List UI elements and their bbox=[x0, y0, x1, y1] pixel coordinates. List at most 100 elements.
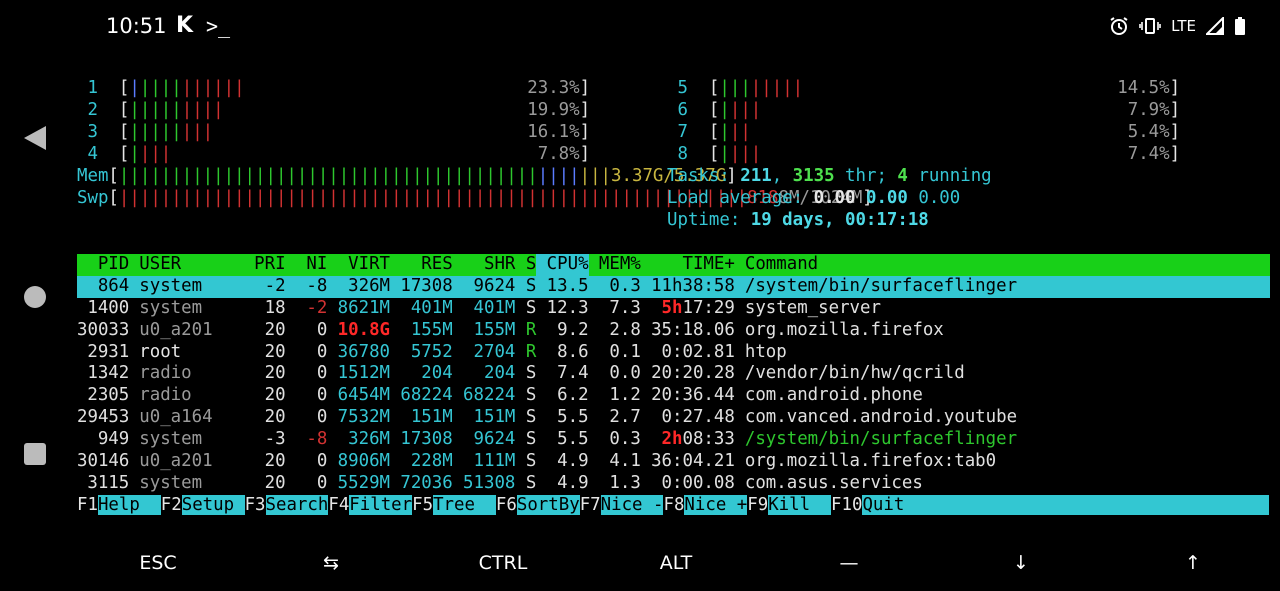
cell-pri: 20 bbox=[264, 319, 286, 340]
cell-cmd: org.mozilla.firefox:tab0 bbox=[744, 451, 997, 472]
recents-icon[interactable] bbox=[22, 441, 48, 467]
cell-s: S bbox=[525, 451, 537, 472]
fkey-f8[interactable]: F8Nice + bbox=[663, 495, 748, 517]
column-header-pid[interactable]: PID bbox=[77, 254, 129, 276]
cell-res: 401M bbox=[410, 297, 453, 318]
table-row[interactable]: 864 system -2 -8 326M 17308 9624 S 13.5 0.3 11h38:… bbox=[77, 275, 1270, 298]
column-header-virt[interactable]: VIRT bbox=[327, 254, 390, 276]
fkey-f1[interactable]: F1Help bbox=[77, 495, 161, 517]
cell-shr: 204 bbox=[483, 363, 516, 384]
cell-cmd: com.android.phone bbox=[744, 385, 923, 406]
fkey-f4[interactable]: F4Filter bbox=[328, 495, 413, 517]
cell-shr: 68224 bbox=[463, 385, 516, 406]
column-header-ni[interactable]: NI bbox=[286, 254, 327, 276]
cpu-meter-5: 5 [|||||||| 14.5%] bbox=[667, 78, 1181, 98]
column-header-user[interactable]: USER bbox=[129, 254, 244, 276]
cell-ni: 0 bbox=[316, 319, 328, 340]
dash-key[interactable]: — bbox=[840, 552, 859, 574]
cell-user: root bbox=[139, 341, 182, 362]
esc-key[interactable]: ESC bbox=[139, 552, 176, 574]
fkey-f3[interactable]: F3Search bbox=[245, 495, 329, 517]
table-header[interactable]: PID USER PRI NI VIRT RES SHR S CPU% MEM% TIME+ Comm… bbox=[77, 254, 1270, 276]
cell-virt: 36780 bbox=[337, 341, 391, 362]
cell-cpu: 9.2 bbox=[557, 319, 589, 340]
cell-res: 17308 bbox=[400, 275, 453, 296]
cell-ni: -8 bbox=[306, 275, 328, 296]
alt-key[interactable]: ALT bbox=[660, 552, 693, 574]
cpu-bar-segment: ||||| bbox=[129, 122, 182, 142]
down-arrow-key[interactable]: ↓ bbox=[1013, 552, 1029, 574]
cell-mem: 2.8 bbox=[609, 319, 641, 340]
cpu-bar-segment: |||||| bbox=[181, 78, 245, 98]
up-arrow-key[interactable]: ↑ bbox=[1185, 552, 1201, 574]
table-row[interactable]: 30033 u0_a201 20 0 10.8G 155M 155M R 9.2 2.8 35:18… bbox=[77, 320, 1270, 342]
cell-pid: 864 bbox=[97, 275, 130, 296]
column-header-pri[interactable]: PRI bbox=[244, 254, 285, 276]
fkey-label: Nice + bbox=[684, 495, 748, 515]
table-row[interactable]: 1342 radio 20 0 1512M 204 204 S 7.4 0.0 20:20.28/v… bbox=[77, 363, 1270, 385]
column-header-res[interactable]: RES bbox=[390, 254, 452, 276]
column-header-mem[interactable]: MEM% bbox=[589, 254, 641, 276]
table-row[interactable]: 30146 u0_a201 20 0 8906M 228M 111M S 4.9 4.1 36:04… bbox=[77, 451, 1270, 473]
cell-s: S bbox=[525, 472, 537, 493]
status-icons: LTE bbox=[1109, 16, 1246, 36]
table-row[interactable]: 949 system -3 -8 326M 17308 9624 S 5.5 0.3 2h08:33… bbox=[77, 429, 1270, 451]
cell-user: u0_a201 bbox=[139, 319, 213, 340]
cpu-percent: 7.8% bbox=[537, 144, 580, 164]
fkey-f2[interactable]: F2Setup bbox=[161, 495, 245, 517]
cell-res: 204 bbox=[421, 363, 453, 384]
cell-ni: 0 bbox=[316, 451, 328, 472]
cell-mem: 0.0 bbox=[609, 363, 641, 384]
cell-pri: 20 bbox=[264, 472, 286, 493]
column-header-time[interactable]: TIME+ bbox=[641, 254, 734, 276]
cell-user: radio bbox=[139, 385, 192, 406]
cell-mem: 1.3 bbox=[609, 472, 641, 493]
cell-cpu: 4.9 bbox=[557, 472, 589, 493]
cell-user: system bbox=[139, 472, 203, 493]
table-row[interactable]: 29453 u0_a164 20 0 7532M 151M 151M S 5.5 2.7 0:27.… bbox=[77, 407, 1270, 429]
table-row[interactable]: 3115 system 20 0 5529M 72036 51308 S 4.9 1.3 0:00.… bbox=[77, 473, 1270, 495]
cell-time: 20:20.28 bbox=[651, 363, 735, 384]
cpu-meter-8: 8 [|||| 7.4%] bbox=[667, 144, 1181, 164]
cell-mem: 0.1 bbox=[609, 341, 641, 362]
cell-pri: 20 bbox=[264, 407, 286, 428]
cell-ni: -2 bbox=[306, 297, 328, 318]
back-icon[interactable] bbox=[22, 124, 48, 152]
cell-pid: 2931 bbox=[87, 341, 130, 362]
time-hours: 2h bbox=[661, 429, 683, 450]
cell-mem: 7.3 bbox=[609, 297, 641, 318]
table-row[interactable]: 2931 root 20 0 36780 5752 2704 R 8.6 0.1 0:02.81 ht… bbox=[77, 342, 1270, 364]
table-row[interactable]: 1400 system 18 -2 8621M 401M 401M S 12.3 7.3 5h17:… bbox=[77, 298, 1270, 320]
cell-pid: 2305 bbox=[87, 385, 130, 406]
cpu-bar-segment: ||| bbox=[729, 100, 762, 120]
cell-res: 228M bbox=[410, 451, 453, 472]
cpu-id: 1 bbox=[77, 78, 119, 98]
tab-key[interactable]: ⇆ bbox=[323, 552, 339, 574]
fkey-f10[interactable]: F10Quit bbox=[831, 495, 1270, 517]
cell-s: S bbox=[525, 429, 537, 450]
fkey-label: Tree bbox=[433, 495, 496, 515]
table-row[interactable]: 2305 radio 20 0 6454M 68224 68224 S 6.2 1.2 20:36.… bbox=[77, 385, 1270, 407]
htop-meters: 1 [||||||||||| 23.3%] 2 [||||||||| 19.9%… bbox=[77, 78, 1270, 230]
column-header-s[interactable]: S bbox=[515, 254, 536, 276]
fkey-label: Filter bbox=[349, 495, 413, 515]
fkey-f6[interactable]: F6SortBy bbox=[496, 495, 580, 517]
cell-res: 17308 bbox=[400, 429, 453, 450]
column-header-cpu[interactable]: CPU% bbox=[536, 254, 589, 276]
cell-time: 36:04.21 bbox=[651, 451, 735, 472]
time-hours: 5h bbox=[661, 297, 683, 318]
cpu-bar-segment: | bbox=[129, 144, 140, 164]
fkey-f5[interactable]: F5Tree bbox=[412, 495, 496, 517]
home-icon[interactable] bbox=[22, 284, 48, 310]
ctrl-key[interactable]: CTRL bbox=[479, 552, 528, 574]
cell-ni: 0 bbox=[316, 363, 328, 384]
fkey-f9[interactable]: F9Kill bbox=[747, 495, 832, 517]
cpu-id: 4 bbox=[77, 144, 119, 164]
column-header-command[interactable]: Command bbox=[735, 254, 1270, 276]
cell-user: u0_a164 bbox=[139, 407, 213, 428]
column-header-shr[interactable]: SHR bbox=[453, 254, 515, 276]
summary-meters: Tasks: 211, 3135 thr; 4 running Load ave… bbox=[667, 166, 992, 232]
cell-pid: 30146 bbox=[77, 451, 130, 472]
fkey-f7[interactable]: F7Nice - bbox=[580, 495, 664, 517]
cell-pri: 20 bbox=[264, 451, 286, 472]
